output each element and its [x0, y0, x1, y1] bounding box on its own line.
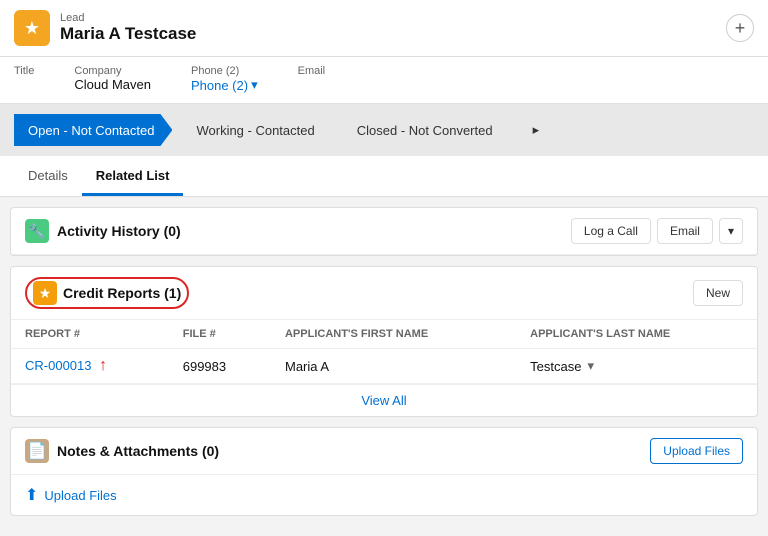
- report-num-cell: CR-000013 ↑: [11, 349, 169, 384]
- credit-actions: New: [693, 280, 743, 306]
- table-row: CR-000013 ↑ 699983 Maria A Testcase ▾: [11, 349, 757, 384]
- last-name-dropdown: Testcase ▾: [530, 358, 743, 374]
- notes-title-group: 📄 Notes & Attachments (0): [25, 439, 219, 463]
- row-dropdown-icon[interactable]: ▾: [587, 358, 594, 374]
- activity-title: Activity History (0): [57, 223, 181, 239]
- company-value: Cloud Maven: [74, 77, 151, 92]
- lead-icon: ★: [14, 10, 50, 46]
- company-label: Company: [74, 65, 151, 77]
- tabs: Details Related List: [0, 156, 768, 197]
- credit-title-group: ★ Credit Reports (1): [25, 277, 189, 309]
- activity-actions: Log a Call Email ▾: [571, 218, 743, 244]
- col-file-num: File #: [169, 320, 271, 349]
- col-report-num: Report #: [11, 320, 169, 349]
- activity-title-group: 🔧 Activity History (0): [25, 219, 181, 243]
- phone-dropdown-icon[interactable]: ▾: [251, 77, 258, 93]
- notes-icon: 📄: [25, 439, 49, 463]
- record-name: Maria A Testcase: [60, 24, 196, 44]
- col-last-name: Applicant's Last Name: [516, 320, 757, 349]
- upload-files-icon: ⬆: [25, 485, 38, 505]
- upload-files-button[interactable]: Upload Files: [650, 438, 743, 464]
- upload-files-row: ⬆ Upload Files: [11, 475, 757, 515]
- notes-title: Notes & Attachments (0): [57, 443, 219, 459]
- notes-attachments-section: 📄 Notes & Attachments (0) Upload Files ⬆…: [10, 427, 758, 516]
- status-step-open[interactable]: Open - Not Contacted: [14, 114, 172, 146]
- phone-label: Phone (2): [191, 65, 258, 77]
- credit-icon: ★: [33, 281, 57, 305]
- title-label: Title: [14, 65, 34, 77]
- col-first-name: Applicant's First Name: [271, 320, 516, 349]
- tab-details[interactable]: Details: [14, 156, 82, 196]
- last-name-cell: Testcase ▾: [516, 349, 757, 384]
- credit-reports-section: ★ Credit Reports (1) New Report # File #…: [10, 266, 758, 417]
- status-bar: Open - Not Contacted Working - Contacted…: [0, 104, 768, 156]
- view-all-link[interactable]: View All: [11, 384, 757, 416]
- first-name-cell: Maria A: [271, 349, 516, 384]
- email-button[interactable]: Email: [657, 218, 713, 244]
- field-company: Company Cloud Maven: [74, 65, 151, 93]
- credit-title: Credit Reports (1): [63, 285, 181, 301]
- field-row: Title Company Cloud Maven Phone (2) Phon…: [0, 57, 768, 104]
- tab-related-list[interactable]: Related List: [82, 156, 184, 196]
- notes-actions: Upload Files: [650, 438, 743, 464]
- field-phone[interactable]: Phone (2) Phone (2) ▾: [191, 65, 258, 93]
- log-call-button[interactable]: Log a Call: [571, 218, 651, 244]
- credit-reports-header: ★ Credit Reports (1) New: [11, 267, 757, 320]
- field-email: Email: [298, 65, 326, 93]
- credit-reports-table: Report # File # Applicant's First Name A…: [11, 320, 757, 384]
- email-label: Email: [298, 65, 326, 77]
- phone-value[interactable]: Phone (2) ▾: [191, 77, 258, 93]
- file-num-cell: 699983: [169, 349, 271, 384]
- credit-highlight-circle: ★ Credit Reports (1): [25, 277, 189, 309]
- table-header-row: Report # File # Applicant's First Name A…: [11, 320, 757, 349]
- field-title: Title: [14, 65, 34, 93]
- header-left: ★ Lead Maria A Testcase: [14, 10, 196, 46]
- activity-history-header: 🔧 Activity History (0) Log a Call Email …: [11, 208, 757, 255]
- record-type-label: Lead: [60, 12, 196, 24]
- page-header: ★ Lead Maria A Testcase +: [0, 0, 768, 57]
- upload-files-text[interactable]: Upload Files: [44, 488, 116, 503]
- new-credit-report-button[interactable]: New: [693, 280, 743, 306]
- last-name-value: Testcase: [530, 359, 581, 374]
- activity-history-section: 🔧 Activity History (0) Log a Call Email …: [10, 207, 758, 256]
- report-link[interactable]: CR-000013: [25, 358, 92, 373]
- notes-header: 📄 Notes & Attachments (0) Upload Files: [11, 428, 757, 475]
- red-arrow-icon: ↑: [99, 357, 107, 374]
- main-content: 🔧 Activity History (0) Log a Call Email …: [0, 197, 768, 536]
- add-button[interactable]: +: [726, 14, 754, 42]
- activity-dropdown-button[interactable]: ▾: [719, 218, 743, 244]
- header-meta: Lead Maria A Testcase: [60, 12, 196, 44]
- status-step-closed[interactable]: Closed - Not Converted: [335, 114, 511, 146]
- status-step-extra[interactable]: ▸: [513, 114, 560, 146]
- activity-icon: 🔧: [25, 219, 49, 243]
- status-step-working[interactable]: Working - Contacted: [174, 114, 332, 146]
